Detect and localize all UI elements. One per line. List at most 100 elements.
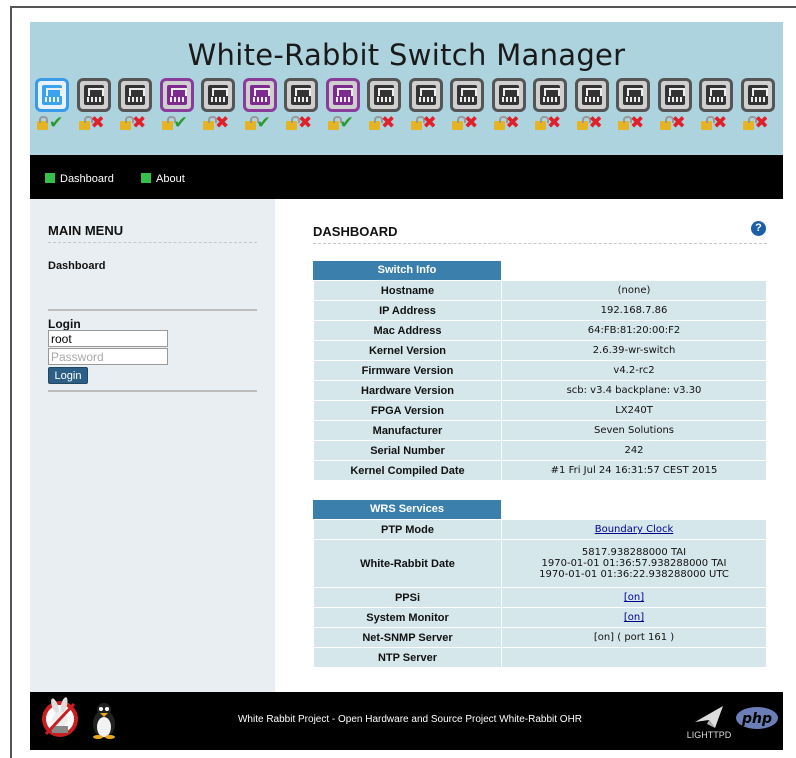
- switch-info-label: IP Address: [313, 300, 502, 321]
- cross-icon: ✖: [90, 113, 105, 133]
- wrs-services-table: PTP Mode Boundary Clock White-Rabbit Dat…: [313, 519, 767, 668]
- locked-icon: [37, 116, 48, 130]
- port-11[interactable]: ✖: [450, 78, 486, 138]
- switch-info-label: Serial Number: [313, 440, 502, 461]
- port-7[interactable]: ✖: [284, 78, 320, 138]
- switch-info-value: 2.6.39-wr-switch: [501, 340, 767, 361]
- table-row: PPSi [on]: [313, 587, 767, 608]
- password-field[interactable]: [48, 348, 168, 365]
- switch-info-label: Hardware Version: [313, 380, 502, 401]
- rj45-socket-icon: [208, 85, 228, 105]
- nav-about[interactable]: About: [141, 173, 185, 185]
- ethernet-port-icon: [201, 78, 235, 112]
- table-row: System Monitor [on]: [313, 607, 767, 628]
- lighttpd-logo-icon: LIGHTTPD: [687, 706, 732, 740]
- divider: [48, 390, 257, 392]
- port-17[interactable]: ✖: [699, 78, 735, 138]
- unlocked-icon: [203, 116, 217, 130]
- ethernet-port-icon: [616, 78, 650, 112]
- sidebar-item-dashboard[interactable]: Dashboard: [48, 260, 105, 272]
- cross-icon: ✖: [630, 113, 645, 133]
- port-6[interactable]: ✔: [242, 78, 279, 138]
- lighttpd-logo-text: LIGHTTPD: [687, 730, 732, 740]
- rj45-socket-icon: [332, 85, 353, 105]
- ppsi-link[interactable]: [on]: [624, 592, 644, 603]
- login-button[interactable]: Login: [48, 367, 88, 384]
- table-row: Firmware Version v4.2-rc2: [313, 360, 767, 381]
- cross-icon: ✖: [547, 113, 562, 133]
- port-10[interactable]: ✖: [408, 78, 445, 138]
- unlocked-icon: [701, 116, 715, 130]
- port-14[interactable]: ✖: [574, 78, 611, 138]
- wr-date-utc: 1970-01-01 01:36:22.938288000 UTC: [539, 569, 729, 580]
- port-15[interactable]: ✖: [616, 78, 652, 138]
- port-status: ✔: [326, 115, 366, 133]
- table-row: Net-SNMP Server [on] ( port 161 ): [313, 627, 767, 648]
- table-row: White-Rabbit Date 5817.938288000 TAI 197…: [313, 539, 767, 588]
- unlocked-icon: [576, 116, 591, 130]
- header: White-Rabbit Switch Manager ✔ ✖ ✖ ✔ ✖ ✔ ✖ ✔ ✖ ✖ ✖ ✖…: [30, 22, 783, 155]
- cross-icon: ✖: [588, 113, 603, 133]
- port-status: ✖: [699, 113, 739, 133]
- page: White-Rabbit Switch Manager ✔ ✖ ✖ ✔ ✖ ✔ ✖ ✔ ✖ ✖ ✖ ✖…: [30, 22, 783, 755]
- php-logo-text: php: [741, 711, 772, 727]
- ethernet-port-icon: [657, 78, 692, 112]
- username-field[interactable]: [48, 330, 168, 347]
- switch-info-label: FPGA Version: [313, 400, 502, 421]
- port-2[interactable]: ✖: [76, 78, 113, 138]
- ethernet-port-icon: [574, 78, 609, 112]
- ethernet-port-icon: [699, 78, 733, 112]
- system-monitor-label: System Monitor: [313, 607, 502, 628]
- switch-info-value: 64:FB:81:20:00:F2: [501, 320, 767, 341]
- cross-icon: ✖: [215, 113, 230, 133]
- port-18[interactable]: ✖: [740, 78, 777, 138]
- rj45-socket-icon: [623, 85, 643, 105]
- system-monitor-link[interactable]: [on]: [624, 612, 644, 623]
- ethernet-port-icon: [284, 78, 318, 112]
- table-row: Kernel Version 2.6.39-wr-switch: [313, 340, 767, 361]
- port-16[interactable]: ✖: [657, 78, 694, 138]
- ethernet-port-icon: [325, 78, 360, 112]
- ptp-mode-link[interactable]: Boundary Clock: [595, 524, 674, 535]
- checkmark-icon: ✔: [256, 113, 271, 133]
- ethernet-port-icon: [740, 78, 775, 112]
- ethernet-port-icon: [408, 78, 443, 112]
- port-status: ✖: [658, 115, 698, 133]
- ptp-mode-label: PTP Mode: [313, 519, 502, 540]
- tux-penguin-icon: [93, 703, 115, 739]
- port-13[interactable]: ✖: [533, 78, 569, 138]
- ethernet-port-icon: [367, 78, 401, 112]
- cross-icon: ✖: [713, 113, 728, 133]
- cross-icon: ✖: [754, 113, 769, 133]
- unlocked-icon: [535, 116, 549, 130]
- white-rabbit-logo-icon: [42, 697, 78, 737]
- switch-info-value: 242: [501, 440, 767, 461]
- port-status: ✖: [450, 115, 490, 133]
- sidebar-title: MAIN MENU: [48, 223, 124, 238]
- port-1[interactable]: ✔: [35, 78, 71, 138]
- port-9[interactable]: ✖: [367, 78, 403, 138]
- unlocked-icon: [659, 116, 674, 130]
- port-status: ✔: [160, 115, 200, 133]
- port-12[interactable]: ✖: [491, 78, 528, 138]
- green-square-icon: [45, 173, 55, 183]
- unlocked-icon: [742, 116, 757, 130]
- port-4[interactable]: ✔: [159, 78, 196, 138]
- switch-info-table: Hostname (none) IP Address 192.168.7.86 Mac …: [313, 280, 767, 481]
- help-icon[interactable]: ?: [751, 221, 766, 236]
- divider: [313, 243, 767, 244]
- switch-info-label: Hostname: [313, 280, 502, 301]
- wr-date-tai-full: 1970-01-01 01:36:57.938288000 TAI: [541, 558, 727, 569]
- port-5[interactable]: ✖: [201, 78, 237, 138]
- port-status: ✖: [533, 113, 573, 133]
- port-3[interactable]: ✖: [118, 78, 154, 138]
- divider: [48, 242, 257, 243]
- port-status: ✖: [118, 115, 158, 133]
- page-title: White-Rabbit Switch Manager: [187, 38, 626, 72]
- unlocked-icon: [493, 116, 508, 130]
- port-8[interactable]: ✔: [325, 78, 362, 138]
- nav-dashboard[interactable]: Dashboard: [45, 173, 114, 185]
- table-row: IP Address 192.168.7.86: [313, 300, 767, 321]
- ethernet-port-icon: [76, 78, 111, 112]
- top-nav: Dashboard About: [30, 155, 783, 199]
